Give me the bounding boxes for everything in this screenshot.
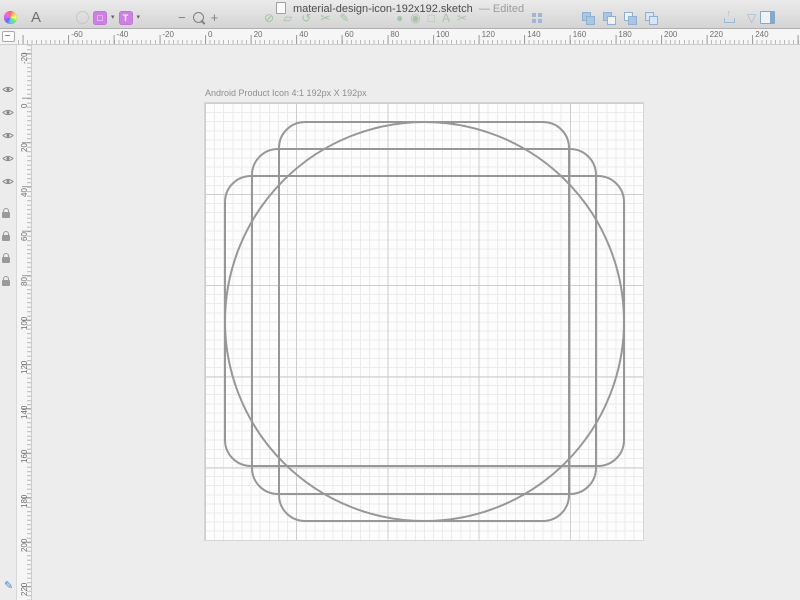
h-ruler-label: 140 bbox=[527, 30, 540, 39]
toolbar-group-zoom: −+ bbox=[178, 9, 218, 26]
toolbar-group-panels bbox=[760, 9, 775, 26]
layer-lock-icon[interactable] bbox=[2, 250, 10, 268]
magnifier-icon[interactable] bbox=[193, 12, 204, 23]
ruler-options-icon[interactable] bbox=[2, 31, 15, 42]
v-ruler-label: 20 bbox=[20, 143, 29, 152]
layer-visibility-eye-icon[interactable] bbox=[2, 127, 14, 145]
v-ruler-label: 100 bbox=[20, 317, 29, 330]
layer-visibility-eye-icon[interactable] bbox=[2, 104, 14, 122]
artboard-title[interactable]: Android Product Icon 4:1 192px X 192px bbox=[205, 88, 643, 103]
v-ruler-label: 0 bbox=[20, 104, 29, 108]
v-ruler-label: 120 bbox=[20, 361, 29, 374]
artboard-wrapper: Android Product Icon 4:1 192px X 192px bbox=[205, 88, 643, 540]
window-toolbar: material-design-icon-192x192.sketch — Ed… bbox=[0, 0, 800, 29]
rectangle-tool-icon[interactable]: □ bbox=[428, 12, 435, 24]
ruler-vertical[interactable]: -20 0 20 40 60 80 100 120 140 160 180 200 220 bbox=[17, 45, 32, 600]
v-ruler-label: 220 bbox=[20, 583, 29, 596]
h-ruler-label: -60 bbox=[71, 30, 83, 39]
union-icon[interactable] bbox=[582, 12, 595, 24]
edit-pencil-icon: ✎ bbox=[4, 579, 13, 592]
layer-visibility-eye-icon[interactable] bbox=[2, 81, 14, 99]
h-ruler-label: -20 bbox=[162, 30, 174, 39]
v-ruler-label: -20 bbox=[20, 52, 29, 64]
h-ruler-label: 240 bbox=[755, 30, 768, 39]
oval-tool-icon[interactable]: ● bbox=[396, 12, 403, 24]
toolbar-group-file: A bbox=[4, 9, 41, 26]
layer-visibility-eye-icon[interactable] bbox=[2, 150, 14, 168]
intersect-icon[interactable] bbox=[624, 12, 637, 24]
toolbar-group-share: ▽ bbox=[724, 9, 756, 26]
canvas[interactable]: Android Product Icon 4:1 192px X 192px bbox=[32, 45, 800, 600]
text-tool-icon[interactable]: A bbox=[442, 12, 450, 24]
text-format-icon[interactable]: A bbox=[31, 10, 41, 25]
v-ruler-label: 160 bbox=[20, 450, 29, 463]
layer-toggle-strip: ✎ bbox=[0, 45, 17, 600]
subtract-icon[interactable] bbox=[603, 12, 616, 24]
toolbar-group-edit: ⊘ ▱ ↺ ✂ ✎ bbox=[264, 9, 349, 26]
artboard[interactable] bbox=[205, 103, 643, 540]
toolbar-group-insert: □ ▾ T ▾ bbox=[76, 9, 140, 26]
v-ruler-label: 140 bbox=[20, 405, 29, 418]
layer-lock-icon[interactable] bbox=[2, 228, 10, 246]
no-fill-icon[interactable]: ⊘ bbox=[264, 12, 274, 24]
rotate-icon[interactable]: ↺ bbox=[301, 12, 311, 24]
h-ruler-label: 0 bbox=[208, 30, 212, 39]
insert-shape-caret-icon[interactable]: ▾ bbox=[111, 14, 115, 21]
lock-icon bbox=[2, 257, 10, 263]
layer-lock-icon[interactable] bbox=[2, 273, 10, 291]
h-ruler-label: 80 bbox=[390, 30, 399, 39]
color-picker-icon[interactable] bbox=[4, 11, 17, 24]
v-ruler-label: 180 bbox=[20, 494, 29, 507]
lock-icon bbox=[2, 235, 10, 241]
slice-tool-icon[interactable]: ✂ bbox=[457, 12, 467, 24]
h-ruler-label: 180 bbox=[618, 30, 631, 39]
v-ruler-label: 200 bbox=[20, 539, 29, 552]
insert-text-icon[interactable]: T bbox=[119, 11, 133, 25]
share-icon[interactable] bbox=[724, 12, 735, 23]
scissors-icon[interactable]: ✂ bbox=[320, 12, 330, 24]
zoom-out-button[interactable]: − bbox=[178, 11, 186, 24]
toolbar-group-view bbox=[532, 9, 536, 26]
export-icon[interactable]: ▽ bbox=[747, 12, 756, 24]
ruler-horizontal-major-ticks bbox=[17, 35, 800, 44]
insert-shape-icon[interactable]: □ bbox=[93, 11, 107, 25]
h-ruler-label: 20 bbox=[254, 30, 263, 39]
h-ruler-label: 40 bbox=[299, 30, 308, 39]
spiral-tool-icon[interactable]: ◉ bbox=[410, 12, 420, 24]
zoom-in-button[interactable]: + bbox=[211, 11, 219, 24]
h-ruler-label: -40 bbox=[117, 30, 129, 39]
layer-lock-icon[interactable] bbox=[2, 205, 10, 223]
lock-icon bbox=[2, 212, 10, 218]
lock-icon bbox=[2, 280, 10, 286]
toggle-panels-icon[interactable] bbox=[760, 11, 775, 24]
h-ruler-label: 220 bbox=[710, 30, 723, 39]
v-ruler-label: 80 bbox=[20, 277, 29, 286]
ruler-corner bbox=[0, 29, 17, 45]
grid-view-icon[interactable] bbox=[532, 13, 536, 17]
keyline-circle[interactable] bbox=[224, 121, 625, 522]
vector-tool-icon[interactable]: ▱ bbox=[283, 12, 292, 24]
h-ruler-label: 120 bbox=[482, 30, 495, 39]
shape-oval-icon[interactable] bbox=[76, 11, 89, 24]
layer-visibility-eye-icon[interactable] bbox=[2, 173, 14, 191]
v-ruler-label: 60 bbox=[20, 232, 29, 241]
h-ruler-label: 160 bbox=[573, 30, 586, 39]
h-ruler-label: 60 bbox=[345, 30, 354, 39]
h-ruler-label: 200 bbox=[664, 30, 677, 39]
toolbar-group-boolean bbox=[582, 9, 658, 26]
pencil-tool-icon[interactable]: ✎ bbox=[339, 12, 349, 24]
v-ruler-label: 40 bbox=[20, 188, 29, 197]
h-ruler-label: 100 bbox=[436, 30, 449, 39]
toolbar-group-draw: ● ◉ □ A ✂ bbox=[396, 9, 467, 26]
insert-text-caret-icon[interactable]: ▾ bbox=[137, 14, 141, 21]
ruler-horizontal[interactable]: -60 -40 -20 0 20 40 60 80 100 120 140 160 180 200 220 2… bbox=[17, 29, 800, 45]
difference-icon[interactable] bbox=[645, 12, 658, 24]
